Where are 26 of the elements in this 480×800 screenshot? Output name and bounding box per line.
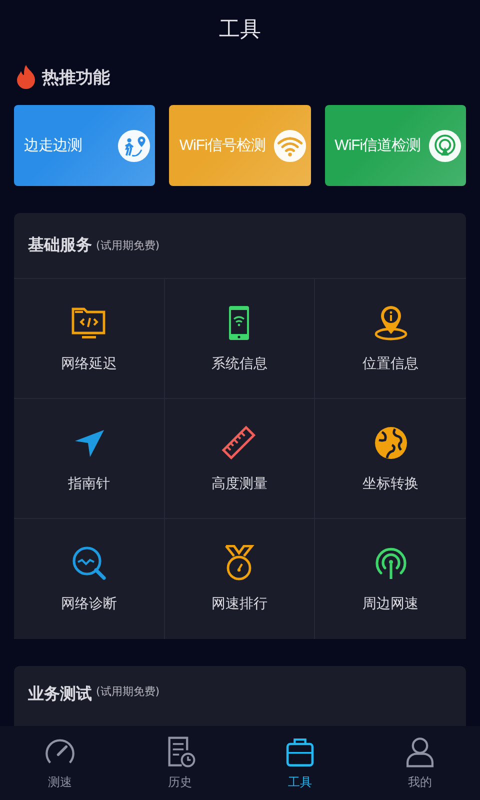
tool-item[interactable]: 网络诊断 bbox=[14, 519, 165, 639]
broadcast-icon bbox=[428, 128, 462, 162]
ruler-icon bbox=[221, 424, 258, 460]
tool-item[interactable]: 网络延迟 bbox=[14, 279, 165, 399]
nav-tab[interactable]: 我的 bbox=[360, 726, 480, 800]
panel-title: 基础服务 bbox=[28, 235, 92, 256]
nav-tab[interactable]: 工具 bbox=[240, 726, 360, 800]
panel-note: (试用期免费) bbox=[96, 238, 160, 253]
panel-title: 业务测试 bbox=[28, 684, 92, 705]
nav-tab[interactable]: 历史 bbox=[120, 726, 240, 800]
signal-tower-icon bbox=[372, 545, 409, 581]
person-icon bbox=[404, 736, 436, 768]
flame-icon bbox=[16, 65, 36, 89]
walking-route-icon bbox=[117, 128, 152, 162]
magnifier-chart-icon bbox=[70, 545, 107, 581]
panel-note: (试用期免费) bbox=[96, 684, 160, 699]
wifi-icon bbox=[272, 128, 307, 162]
nav-tab[interactable]: 测速 bbox=[0, 726, 120, 800]
location-pin-icon bbox=[372, 304, 409, 340]
tool-item[interactable]: 高度测量 bbox=[164, 399, 316, 519]
page-title: 工具 bbox=[219, 16, 261, 42]
tool-item[interactable]: 系统信息 bbox=[164, 279, 316, 399]
globe-icon bbox=[372, 424, 409, 460]
toolbox-icon bbox=[284, 736, 316, 768]
tool-item[interactable]: 指南针 bbox=[14, 399, 165, 519]
section-title: 热推功能 bbox=[42, 66, 110, 88]
